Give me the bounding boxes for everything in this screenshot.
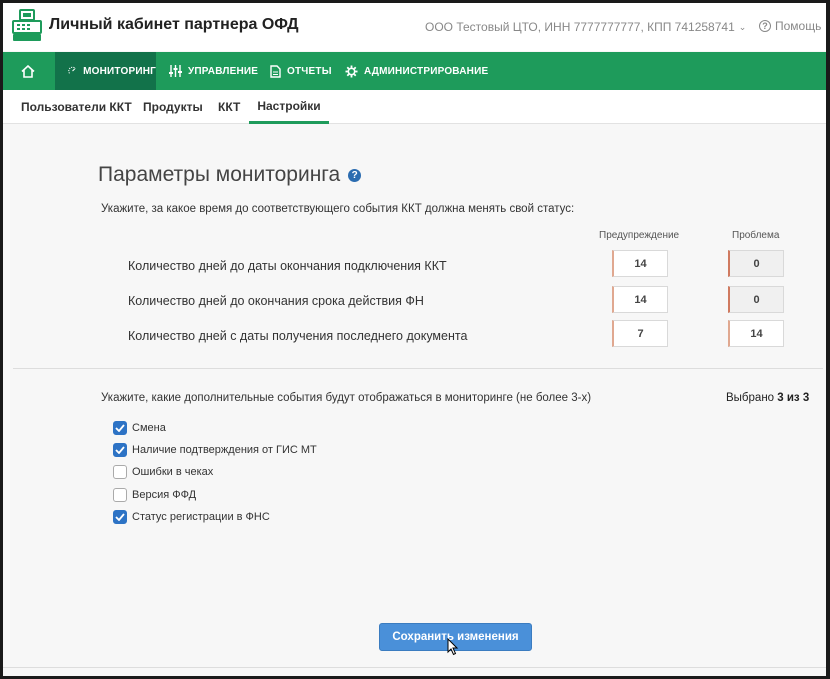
- sub-nav: Пользователи ККТ Продукты ККТ Настройки: [3, 90, 826, 124]
- app-title: Личный кабинет партнера ОФД: [49, 16, 299, 33]
- checkmark-icon: [115, 424, 125, 432]
- footer-divider: [3, 667, 826, 668]
- monitoring-icon: [68, 66, 77, 74]
- checkbox-checked[interactable]: [113, 443, 127, 457]
- app-window: Личный кабинет партнера ОФД ООО Тестовый…: [3, 3, 826, 676]
- warning-days-connection-end-input[interactable]: [612, 250, 668, 277]
- mouse-cursor-icon: [447, 638, 459, 656]
- warning-days-fn-expiry-input[interactable]: [612, 286, 668, 313]
- question-icon: ?: [759, 20, 771, 32]
- checkbox-checked[interactable]: [113, 421, 127, 435]
- organization-label: ООО Тестовый ЦТО, ИНН 7777777777, КПП 74…: [425, 20, 735, 34]
- header: Личный кабинет партнера ОФД ООО Тестовый…: [3, 3, 826, 51]
- nav-monitoring-label: МОНИТОРИНГ: [83, 65, 156, 77]
- selected-count: Выбрано 3 из 3: [726, 392, 809, 404]
- event-option-fns-registration[interactable]: Статус регистрации в ФНС: [113, 510, 270, 524]
- main-nav: МОНИТОРИНГ УПРАВЛЕНИЕ ОТЧЕТЫ АДМИНИСТРИР…: [3, 52, 826, 90]
- gear-icon: [345, 65, 358, 77]
- event-option-label: Ошибки в чеках: [132, 466, 214, 478]
- nav-administration-label: АДМИНИСТРИРОВАНИЕ: [364, 65, 489, 77]
- checkbox-unchecked[interactable]: [113, 488, 127, 502]
- events-prompt: Укажите, какие дополнительные события бу…: [101, 392, 592, 404]
- cash-register-logo-icon: [12, 9, 42, 41]
- selected-count-prefix: Выбрано: [726, 392, 775, 404]
- problem-days-last-document-input[interactable]: [728, 320, 784, 347]
- help-menu[interactable]: ? Помощь ⌄: [759, 19, 826, 33]
- event-option-label: Смена: [132, 422, 166, 434]
- nav-reports[interactable]: ОТЧЕТЫ: [270, 52, 332, 90]
- checkbox-unchecked[interactable]: [113, 465, 127, 479]
- problem-days-connection-end-input[interactable]: [728, 250, 784, 277]
- column-header-warning: Предупреждение: [599, 230, 680, 241]
- sliders-icon: [169, 65, 182, 77]
- checkbox-checked[interactable]: [113, 510, 127, 524]
- nav-monitoring[interactable]: МОНИТОРИНГ: [55, 52, 156, 90]
- event-option-ffd-version[interactable]: Версия ФФД: [113, 488, 196, 502]
- column-header-problem: Проблема: [732, 230, 780, 241]
- settings-intro: Укажите, за какое время до соответствующ…: [101, 203, 575, 215]
- param-label-last-document: Количество дней с даты получения последн…: [128, 329, 468, 343]
- param-label-connection-end: Количество дней до даты окончания подклю…: [128, 259, 447, 273]
- info-icon[interactable]: ?: [348, 168, 362, 182]
- tab-settings[interactable]: Настройки: [249, 90, 329, 124]
- nav-management-label: УПРАВЛЕНИЕ: [188, 65, 259, 77]
- home-icon: [21, 64, 35, 78]
- section-divider: [13, 368, 823, 369]
- nav-management[interactable]: УПРАВЛЕНИЕ: [169, 52, 258, 90]
- checkmark-icon: [115, 446, 125, 454]
- page-title-text: Параметры мониторинга: [98, 163, 341, 186]
- checkmark-icon: [115, 513, 125, 521]
- tab-kkt-users[interactable]: Пользователи ККТ: [11, 90, 142, 124]
- selected-count-value: 3 из 3: [777, 392, 810, 404]
- event-option-receipt-errors[interactable]: Ошибки в чеках: [113, 465, 213, 479]
- event-option-label: Версия ФФД: [132, 489, 197, 501]
- event-option-label: Статус регистрации в ФНС: [132, 511, 270, 523]
- nav-administration[interactable]: АДМИНИСТРИРОВАНИЕ: [345, 52, 488, 90]
- event-option-shift[interactable]: Смена: [113, 421, 166, 435]
- tab-products[interactable]: Продукты: [133, 90, 213, 124]
- organization-selector[interactable]: ООО Тестовый ЦТО, ИНН 7777777777, КПП 74…: [425, 20, 746, 34]
- problem-days-fn-expiry-input[interactable]: [728, 286, 784, 313]
- tab-kkt[interactable]: ККТ: [208, 90, 250, 124]
- chevron-down-icon: ⌄: [825, 21, 826, 32]
- help-label: Помощь: [775, 19, 822, 33]
- event-option-gis-mt[interactable]: Наличие подтверждения от ГИС МТ: [113, 443, 317, 457]
- nav-reports-label: ОТЧЕТЫ: [287, 65, 332, 77]
- chevron-down-icon: ⌄: [738, 21, 747, 32]
- document-icon: [270, 64, 281, 78]
- param-label-fn-expiry: Количество дней до окончания срока дейст…: [128, 294, 424, 308]
- page-title: Параметры мониторинга ?: [98, 163, 362, 187]
- nav-home[interactable]: [3, 52, 53, 90]
- event-option-label: Наличие подтверждения от ГИС МТ: [132, 444, 317, 456]
- warning-days-last-document-input[interactable]: [612, 320, 668, 347]
